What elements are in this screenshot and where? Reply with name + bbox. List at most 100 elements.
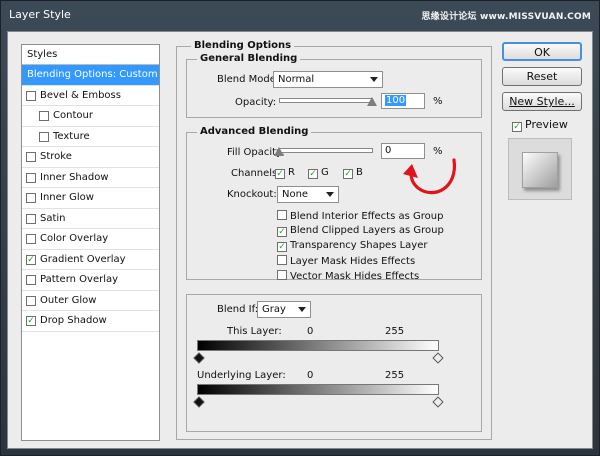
this-layer-label: This Layer: xyxy=(227,326,282,337)
styles-item-label: Bevel & Emboss xyxy=(40,89,121,101)
styles-item-label: Blending Options: Custom xyxy=(27,69,158,80)
channel-b-label: B xyxy=(356,167,363,178)
styles-item-label: Stroke xyxy=(40,151,72,162)
advanced-option-label: Blend Interior Effects as Group xyxy=(290,211,444,222)
general-blending-title: General Blending xyxy=(197,53,301,64)
checkbox-icon xyxy=(277,270,287,280)
advanced-blending-title: Advanced Blending xyxy=(197,126,312,137)
knockout-label: Knockout: xyxy=(227,189,277,200)
styles-item[interactable]: ✓ Gradient Overlay xyxy=(22,250,159,270)
styles-item-label: Drop Shadow xyxy=(40,315,107,326)
styles-item[interactable]: Satin xyxy=(22,209,159,229)
preview-thumbnail xyxy=(522,152,558,188)
advanced-option-checkbox[interactable]: Layer Mask Hides Effects xyxy=(277,255,415,267)
checkbox-icon[interactable] xyxy=(39,111,49,121)
this-layer-gradient-bar xyxy=(197,340,439,351)
preview-checkbox[interactable]: ✓ Preview xyxy=(512,118,568,132)
styles-item[interactable]: Inner Glow xyxy=(22,188,159,209)
styles-item-label: Color Overlay xyxy=(40,233,109,244)
styles-item[interactable]: Texture xyxy=(22,127,159,147)
styles-item[interactable]: Bevel & Emboss xyxy=(22,86,159,106)
blend-if-group: Blend If: Gray This Layer: 0 255 Underly… xyxy=(186,294,482,432)
fill-opacity-slider[interactable] xyxy=(279,148,373,153)
underlying-layer-white-knob-icon[interactable] xyxy=(432,396,444,408)
general-blending-group: General Blending Blend Mode: Normal Opac… xyxy=(186,53,482,118)
ok-button[interactable]: OK xyxy=(502,42,582,61)
this-layer-max: 255 xyxy=(385,326,405,337)
checkbox-icon[interactable] xyxy=(26,295,36,306)
chevron-down-icon xyxy=(326,192,334,197)
styles-item[interactable]: Color Overlay xyxy=(22,229,159,250)
knockout-value: None xyxy=(282,189,309,200)
knockout-select[interactable]: None xyxy=(277,186,339,203)
opacity-input[interactable]: 100 xyxy=(381,93,425,109)
blend-mode-label: Blend Mode: xyxy=(217,74,280,85)
checkbox-icon[interactable] xyxy=(26,234,36,244)
checkmark-icon: ✓ xyxy=(308,169,318,179)
blending-options-group: Blending Options General Blending Blend … xyxy=(176,40,492,440)
styles-item[interactable]: Pattern Overlay xyxy=(22,270,159,291)
styles-item-label: Pattern Overlay xyxy=(40,274,119,285)
underlying-layer-gradient-bar xyxy=(197,384,439,395)
opacity-slider[interactable] xyxy=(279,98,373,103)
styles-header[interactable]: Styles xyxy=(22,45,159,65)
styles-list: Styles Blending Options: Custom Bevel & E… xyxy=(21,44,160,441)
checkmark-icon[interactable]: ✓ xyxy=(26,316,36,326)
fill-opacity-value: 0 xyxy=(385,145,392,156)
styles-item[interactable]: Stroke xyxy=(22,147,159,168)
this-layer-white-knob-icon[interactable] xyxy=(432,352,444,364)
styles-item[interactable]: Inner Shadow xyxy=(22,168,159,188)
checkmark-icon[interactable]: ✓ xyxy=(26,254,36,265)
checkmark-icon: ✓ xyxy=(343,169,353,179)
layer-style-window: Layer Style 思缘设计论坛 www.MISSVUAN.COM Styl… xyxy=(0,0,600,456)
styles-item-label: Inner Glow xyxy=(40,192,94,203)
advanced-option-label: Vector Mask Hides Effects xyxy=(290,271,420,282)
channel-b-checkbox[interactable]: ✓ B xyxy=(343,167,363,179)
advanced-option-checkbox[interactable]: Blend Interior Effects as Group xyxy=(277,210,443,222)
checkbox-icon xyxy=(277,210,287,220)
chevron-down-icon xyxy=(370,77,378,82)
red-curved-arrow-icon xyxy=(403,158,456,195)
advanced-option-label: Layer Mask Hides Effects xyxy=(290,256,416,267)
fill-opacity-slider-thumb-icon[interactable] xyxy=(274,147,284,156)
checkbox-icon[interactable] xyxy=(26,152,36,162)
advanced-option-checkbox[interactable]: Vector Mask Hides Effects xyxy=(277,270,419,282)
opacity-unit: % xyxy=(433,96,443,107)
checkbox-icon[interactable] xyxy=(26,275,36,285)
checkmark-icon: ✓ xyxy=(275,169,285,179)
underlying-layer-max: 255 xyxy=(385,370,405,381)
underlying-layer-label: Underlying Layer: xyxy=(197,370,286,381)
this-layer-min: 0 xyxy=(307,326,314,337)
blending-options-title: Blending Options xyxy=(191,40,295,51)
styles-item[interactable]: Outer Glow xyxy=(22,291,159,311)
advanced-option-label: Transparency Shapes Layer xyxy=(290,240,428,251)
reset-button[interactable]: Reset xyxy=(502,67,582,86)
title-bar[interactable]: Layer Style 思缘设计论坛 www.MISSVUAN.COM xyxy=(1,1,599,31)
styles-item[interactable]: Blending Options: Custom xyxy=(22,65,159,86)
checkbox-icon[interactable] xyxy=(26,193,36,203)
styles-item-label: Gradient Overlay xyxy=(40,253,126,265)
this-layer-black-knob-icon[interactable] xyxy=(193,352,205,364)
checkbox-icon[interactable] xyxy=(26,172,36,183)
styles-item[interactable]: ✓ Drop Shadow xyxy=(22,311,159,332)
blend-if-select[interactable]: Gray xyxy=(257,301,311,318)
channel-g-label: G xyxy=(321,167,329,178)
checkbox-icon[interactable] xyxy=(26,213,36,224)
channel-r-checkbox[interactable]: ✓ R xyxy=(275,167,295,179)
advanced-option-label: Blend Clipped Layers as Group xyxy=(290,225,444,236)
checkmark-icon: ✓ xyxy=(512,122,522,132)
channel-r-label: R xyxy=(288,167,295,178)
underlying-layer-black-knob-icon[interactable] xyxy=(193,396,205,408)
preview-label: Preview xyxy=(525,118,568,131)
new-style-button[interactable]: New Style... xyxy=(502,92,582,111)
blend-if-value: Gray xyxy=(262,304,286,315)
channel-g-checkbox[interactable]: ✓ G xyxy=(308,167,329,179)
opacity-slider-thumb-icon[interactable] xyxy=(367,97,377,106)
checkbox-icon[interactable] xyxy=(39,131,49,142)
styles-item-label: Texture xyxy=(53,130,90,142)
checkbox-icon[interactable] xyxy=(26,90,36,101)
styles-item[interactable]: Contour xyxy=(22,106,159,127)
advanced-option-checkbox[interactable]: ✓ Transparency Shapes Layer xyxy=(277,240,427,252)
advanced-option-checkbox[interactable]: ✓ Blend Clipped Layers as Group xyxy=(277,225,444,237)
blend-mode-select[interactable]: Normal xyxy=(273,71,383,88)
